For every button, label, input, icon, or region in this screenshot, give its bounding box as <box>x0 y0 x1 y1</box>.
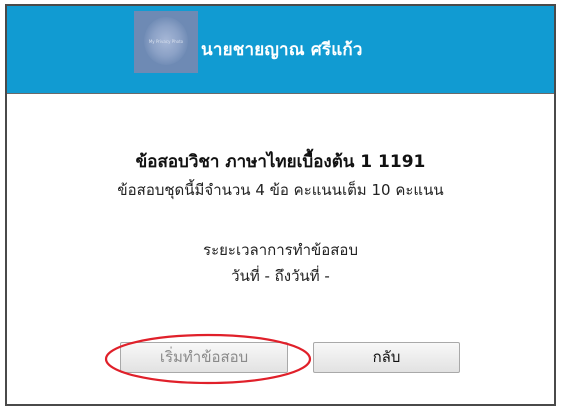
user-name: นายชายญาณ ศรีแก้ว <box>201 40 363 60</box>
exam-period-label: ระยะเวลาการทำข้อสอบ <box>203 241 358 259</box>
exam-summary: ข้อสอบชุดนี้มีจำนวน 4 ข้อ คะแนนเต็ม 10 ค… <box>117 181 444 199</box>
user-avatar-icon: My Privacy Photo <box>134 11 198 73</box>
exam-period-dates: วันที่ - ถึงวันที่ - <box>231 267 330 285</box>
exam-dialog: My Privacy Photo นายชายญาณ ศรีแก้ว ข้อสอ… <box>5 4 556 406</box>
exam-title: ข้อสอบวิชา ภาษาไทยเบื้องต้น 1 1191 <box>135 152 426 172</box>
avatar-caption: My Privacy Photo <box>148 39 184 44</box>
dialog-header: My Privacy Photo นายชายญาณ ศรีแก้ว <box>7 6 554 94</box>
back-button[interactable]: กลับ <box>313 342 460 373</box>
start-exam-button[interactable]: เริ่มทำข้อสอบ <box>120 342 288 373</box>
